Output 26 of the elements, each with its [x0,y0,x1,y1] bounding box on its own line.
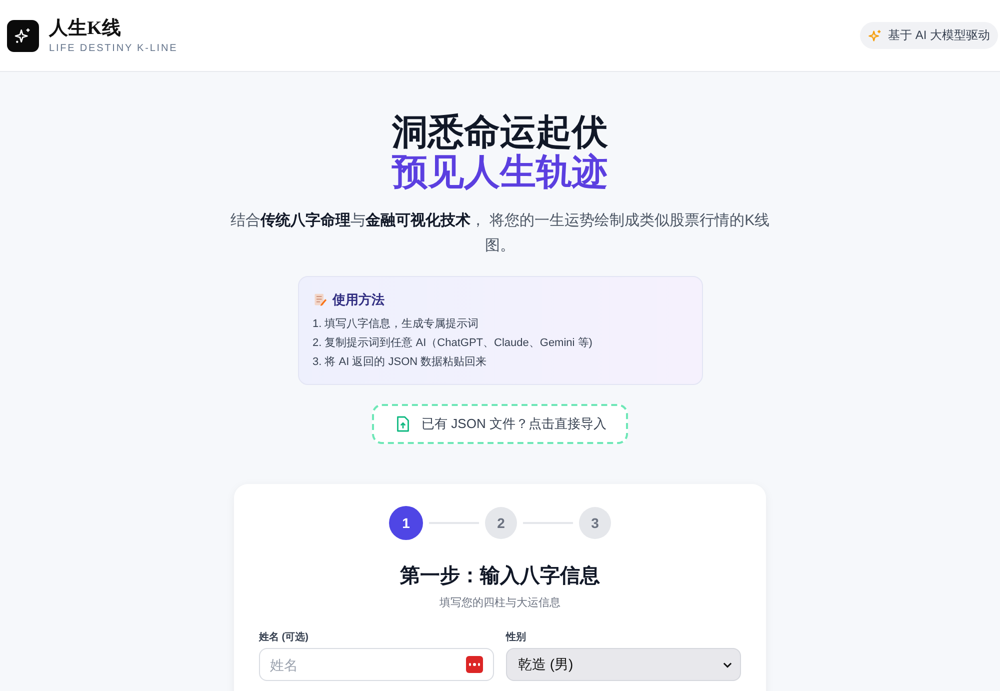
memo-icon [312,293,326,307]
hero-title: 预见人生轨迹 [392,152,608,192]
import-json-button[interactable]: 已有 JSON 文件？点击直接导入 [372,404,628,444]
more-icon[interactable] [466,656,483,673]
gender-select[interactable]: 乾造 (男) [506,648,741,681]
sparkle-logo-icon [7,20,39,52]
app-title: 人生K线 [49,18,122,40]
hero-title: 洞悉命运起伏 [392,112,608,152]
usage-step: 3. 将 AI 返回的 JSON 数据粘贴回来 [312,353,688,372]
hero-description: 结合传统八字命理与金融可视化技术， 将您的一生运势绘制成类似股票行情的K线图。 [229,211,771,256]
field-label: 姓名 (可选) [259,630,310,644]
file-upload-icon [396,416,410,432]
step-indicator: 2 [485,507,517,539]
app-tagline: LIFE DESTINY K-LINE [49,42,178,54]
name-field[interactable]: 姓名 [259,648,494,681]
usage-title: 使用方法 [332,291,384,309]
field-label: 性别 [506,630,527,644]
chevron-down-icon [723,662,732,668]
step-indicator: 3 [579,507,611,539]
step-title: 第一步：输入八字信息 [399,564,601,589]
sparkle-icon [868,28,882,42]
usage-step: 1. 填写八字信息，生成专属提示词 [312,315,688,334]
step-indicator: 1 [389,506,423,540]
badge-text: 基于 AI 大模型驱动 [888,27,990,44]
usage-step: 2. 复制提示词到任意 AI（ChatGPT、Claude、Gemini 等) [312,334,688,353]
step-subtitle: 填写您的四柱与大运信息 [438,596,562,610]
